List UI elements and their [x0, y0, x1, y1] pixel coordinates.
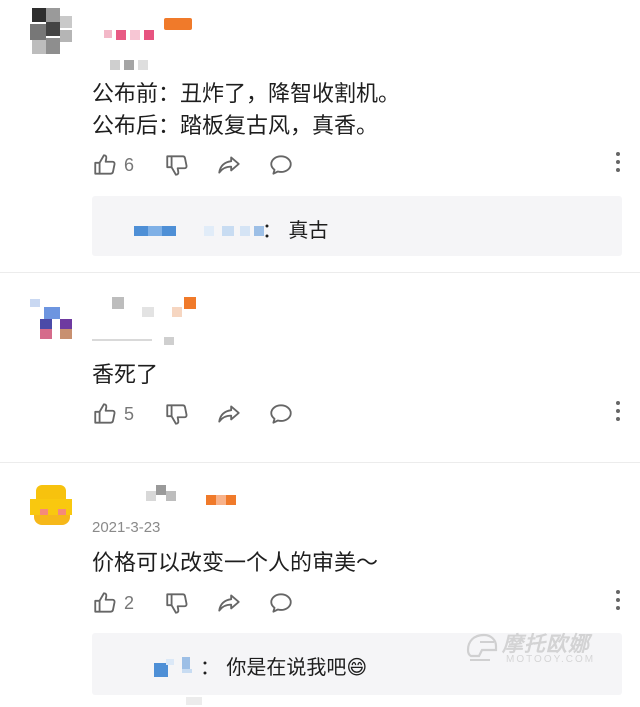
more-button[interactable] [614, 401, 622, 427]
thumbs-down-icon [166, 155, 188, 176]
reply-text: ： 真古 [262, 218, 329, 242]
like-count: 5 [124, 403, 135, 424]
thumbs-up-icon [94, 592, 116, 613]
helmet-logo-icon [466, 633, 498, 661]
comment-date: 2021-3-23 [92, 519, 161, 536]
comment-1: 公布前：丑炸了，降智收割机。 公布后：踏板复古风，真香。 6 ： 真古 [0, 0, 640, 270]
username[interactable] [104, 297, 184, 317]
dislike-button[interactable] [164, 399, 190, 429]
share-arrow-icon [218, 156, 240, 174]
dislike-button[interactable] [164, 150, 190, 180]
date-redacted [110, 60, 166, 70]
like-count: 6 [124, 154, 135, 175]
user-avatar[interactable] [30, 295, 74, 343]
user-avatar[interactable] [30, 8, 74, 56]
comment-text: 公布后：踏板复古风，真香。 [92, 114, 379, 139]
reply-box[interactable]: ： 真古 [92, 196, 622, 256]
more-vertical-icon [616, 401, 620, 405]
speech-bubble-icon [270, 155, 292, 175]
comment-actions: 6 [92, 150, 622, 180]
more-button[interactable] [614, 590, 622, 616]
comment-actions: 2 [92, 588, 622, 618]
thumbs-up-icon [94, 154, 116, 175]
comment-2: 香死了 5 [0, 273, 640, 463]
username[interactable] [104, 28, 194, 42]
reply-button[interactable] [268, 150, 294, 180]
level-badge [184, 297, 196, 309]
more-vertical-icon [616, 590, 620, 594]
reply-text: ： 你是在说我吧😄 [200, 655, 368, 679]
thumbs-down-icon [166, 404, 188, 425]
comment-actions: 5 [92, 399, 622, 429]
comment-text: 公布前：丑炸了，降智收割机。 [92, 82, 401, 107]
like-count: 2 [124, 592, 135, 613]
share-button[interactable] [216, 588, 242, 618]
user-avatar[interactable] [30, 481, 74, 529]
like-button[interactable]: 5 [92, 399, 134, 429]
username[interactable] [104, 485, 184, 501]
reply-button[interactable] [268, 399, 294, 429]
level-badge [206, 495, 236, 505]
more-vertical-icon [616, 152, 620, 156]
site-watermark: 摩托欧娜 MOTOOY.COM [462, 628, 596, 672]
share-button[interactable] [216, 150, 242, 180]
like-button[interactable]: 6 [92, 150, 134, 180]
comment-text: 价格可以改变一个人的审美～ [92, 551, 379, 576]
reply-username[interactable] [134, 226, 176, 236]
comment-text: 香死了 [92, 363, 159, 388]
share-button[interactable] [216, 399, 242, 429]
more-button[interactable] [614, 152, 622, 178]
date-redacted [92, 337, 182, 345]
speech-bubble-icon [270, 593, 292, 613]
thumbs-down-icon [166, 593, 188, 614]
thumbs-up-icon [94, 403, 116, 424]
reply-username[interactable] [154, 655, 198, 677]
watermark-subtext: MOTOOY.COM [506, 654, 596, 665]
like-button[interactable]: 2 [92, 588, 134, 618]
level-badge [164, 18, 192, 30]
share-arrow-icon [218, 405, 240, 423]
share-arrow-icon [218, 594, 240, 612]
dislike-button[interactable] [164, 588, 190, 618]
reply-button[interactable] [268, 588, 294, 618]
speech-bubble-icon [270, 404, 292, 424]
